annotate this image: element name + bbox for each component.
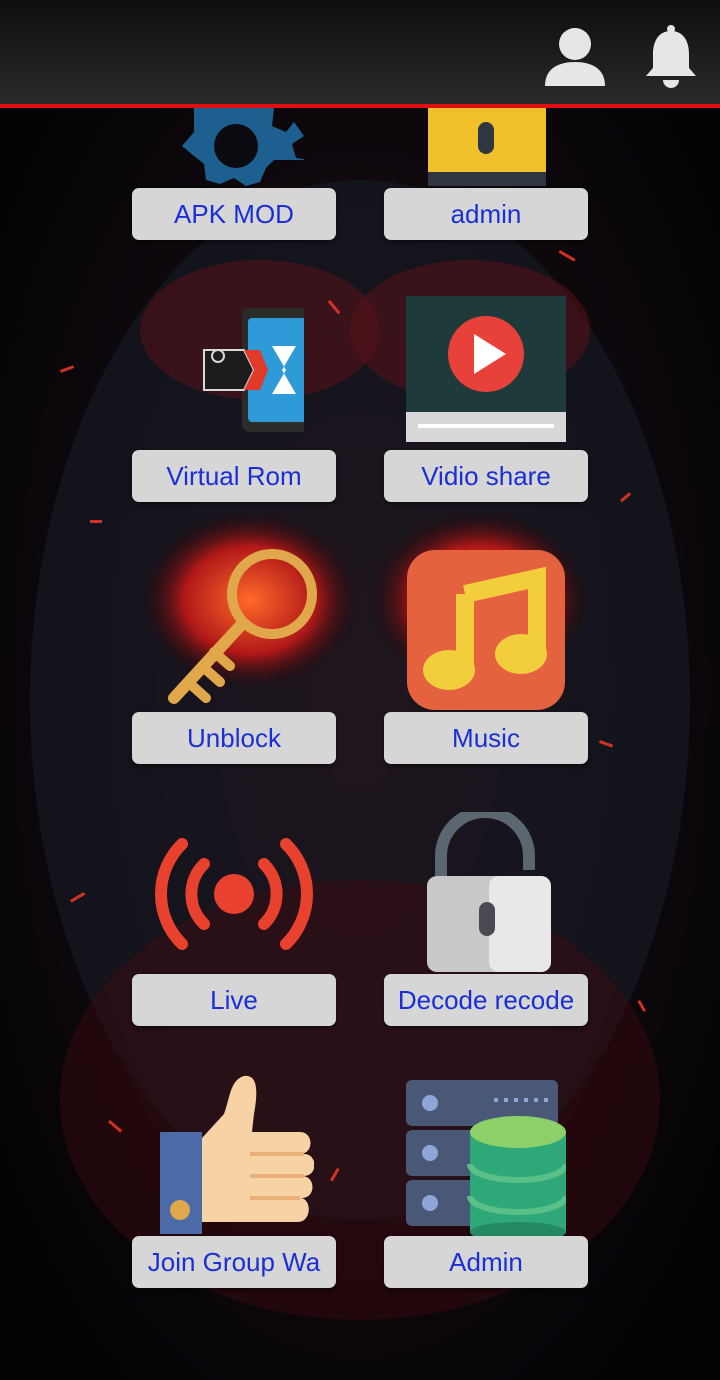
user-icon[interactable] <box>542 24 608 90</box>
tile-music: Music <box>384 550 588 766</box>
music-button[interactable]: Music <box>384 712 588 764</box>
padlock-open-icon <box>384 812 588 974</box>
admin-database-button[interactable]: Admin <box>384 1236 588 1288</box>
thumbs-up-icon <box>132 1074 336 1234</box>
live-button[interactable]: Live <box>132 974 336 1026</box>
tile-decode-recode: Decode recode <box>384 812 588 1028</box>
tile-vidio-share: Vidio share <box>384 294 588 504</box>
lock-icon <box>384 108 588 186</box>
video-play-icon <box>384 294 588 444</box>
database-server-icon <box>384 1076 588 1236</box>
virtual-rom-button[interactable]: Virtual Rom <box>132 450 336 502</box>
tile-admin-database: Admin <box>384 1076 588 1290</box>
tile-unblock: Unblock <box>132 548 336 766</box>
tile-admin: admin <box>384 108 588 242</box>
owl-background-image <box>0 0 720 1380</box>
broadcast-icon <box>132 836 336 956</box>
admin-button[interactable]: admin <box>384 188 588 240</box>
bell-icon[interactable] <box>638 24 704 90</box>
tile-join-group-wa: Join Group Wa <box>132 1074 336 1290</box>
join-group-wa-button[interactable]: Join Group Wa <box>132 1236 336 1288</box>
decode-recode-button[interactable]: Decode recode <box>384 974 588 1026</box>
tile-apk-mod: APK MOD <box>132 108 336 242</box>
virtual-app-icon <box>132 304 336 440</box>
key-icon <box>132 548 336 712</box>
apk-mod-button[interactable]: APK MOD <box>132 188 336 240</box>
unblock-button[interactable]: Unblock <box>132 712 336 764</box>
tile-virtual-rom: Virtual Rom <box>132 304 336 504</box>
gear-icon <box>132 108 336 186</box>
top-app-bar <box>0 0 720 108</box>
vidio-share-button[interactable]: Vidio share <box>384 450 588 502</box>
tile-live: Live <box>132 836 336 1028</box>
music-note-icon <box>384 550 588 712</box>
